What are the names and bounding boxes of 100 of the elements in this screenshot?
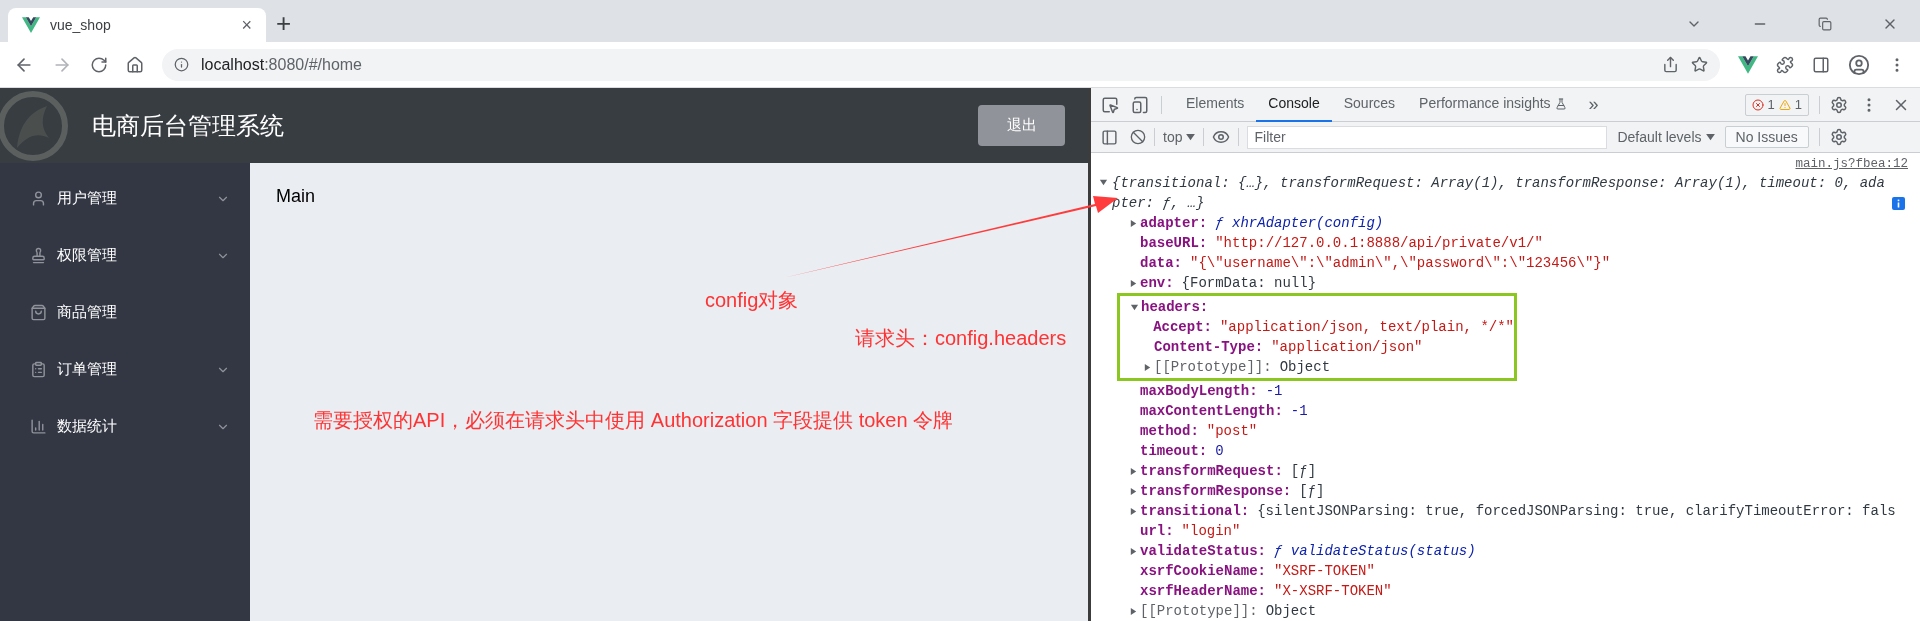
property-value: "http://127.0.0.1:8888/api/private/v1/": [1215, 233, 1543, 253]
extensions-icon[interactable]: [1776, 55, 1794, 74]
property-value: {FormData: null}: [1181, 273, 1317, 293]
device-icon[interactable]: [1131, 95, 1149, 114]
issues-counter[interactable]: 1 1: [1744, 93, 1809, 116]
property-key: method:: [1140, 420, 1199, 442]
flask-icon: [1554, 97, 1567, 110]
error-count: 1: [1767, 95, 1775, 114]
menu-item[interactable]: 数据统计: [0, 398, 250, 455]
devtools-tab[interactable]: Elements: [1174, 87, 1257, 122]
property-value: -1: [1265, 381, 1283, 401]
source-link[interactable]: main.js?fbea:12: [1795, 155, 1908, 173]
property-key: transformRequest:: [1140, 460, 1283, 482]
menu-item[interactable]: 用户管理: [0, 170, 250, 227]
property-key: [[Prototype]]:: [1154, 356, 1272, 378]
object-summary: {transitional: {…}, transformRequest: Array(1), transformResponse: Array(1), timeout: 0, adapter: ƒ, …}: [1112, 174, 1886, 213]
property-value: "login": [1181, 521, 1241, 541]
property-key: transformResponse:: [1140, 480, 1292, 502]
property-value: Object: [1279, 357, 1331, 377]
home-icon[interactable]: [126, 55, 144, 74]
new-tab-button[interactable]: +: [276, 10, 292, 36]
property-key: Accept:: [1153, 316, 1212, 338]
app-title: 电商后台管理系统: [92, 110, 285, 141]
property-key: timeout:: [1140, 440, 1208, 462]
property-key: xsrfCookieName:: [1140, 560, 1267, 582]
property-value: [ƒ]: [1290, 461, 1317, 481]
menu-label: 权限管理: [57, 245, 118, 266]
logo-icon: [22, 17, 40, 33]
property-value: "post": [1206, 421, 1258, 441]
browser-tab[interactable]: vue_shop ×: [8, 8, 266, 42]
devtools-tab[interactable]: Sources: [1331, 87, 1408, 122]
menu-label: 订单管理: [57, 359, 118, 380]
property-value: -1: [1290, 401, 1308, 421]
side-panel-icon[interactable]: [1812, 55, 1830, 74]
clear-console-icon[interactable]: [1130, 129, 1146, 145]
dropdown-caret-icon: [1705, 133, 1715, 141]
warning-icon: [1778, 98, 1791, 111]
menu-label: 用户管理: [57, 188, 118, 209]
property-value: "application/json, text/plain, */*": [1219, 317, 1514, 337]
property-value: "{\"username\":\"admin\",\"password\":\"123456\"}": [1190, 253, 1611, 273]
person-icon: [30, 190, 47, 207]
property-key: maxContentLength:: [1140, 400, 1283, 422]
error-icon: [1751, 98, 1764, 111]
clipboard-icon: [30, 361, 47, 378]
reload-icon[interactable]: [90, 55, 108, 74]
property-key: validateStatus:: [1140, 540, 1267, 562]
property-value: "application/json": [1271, 337, 1423, 357]
property-key: url:: [1140, 520, 1174, 542]
restore-icon[interactable]: [1818, 17, 1832, 31]
annotation-text: config对象: [705, 288, 799, 313]
property-key: data:: [1140, 252, 1182, 274]
property-key: xsrfHeaderName:: [1140, 580, 1267, 602]
levels-dropdown[interactable]: Default levels: [1617, 126, 1702, 148]
property-key: maxBodyLength:: [1140, 380, 1258, 402]
context-dropdown[interactable]: top: [1163, 126, 1183, 148]
more-tabs-button[interactable]: »: [1588, 91, 1599, 118]
property-key: baseURL:: [1140, 232, 1208, 254]
property-value: {silentJSONParsing: true, forcedJSONParsing: true, clarifyTimeoutError: fals: [1257, 501, 1896, 521]
eye-icon[interactable]: [1212, 128, 1231, 146]
property-key: Content-Type:: [1154, 336, 1264, 358]
warning-count: 1: [1794, 95, 1802, 114]
property-value: "X-XSRF-TOKEN": [1274, 581, 1392, 601]
menu-item[interactable]: 权限管理: [0, 227, 250, 284]
info-icon: [1892, 197, 1905, 210]
property-key: env:: [1140, 272, 1174, 294]
share-icon[interactable]: [1662, 56, 1679, 73]
bag-icon: [30, 304, 47, 321]
property-value: ƒ validateStatus(status): [1274, 541, 1476, 561]
property-key: transitional:: [1140, 500, 1250, 522]
property-value: ƒ xhrAdapter(config): [1215, 213, 1384, 233]
property-key: [[Prototype]]:: [1140, 600, 1258, 621]
sidebar-toggle-icon[interactable]: [1101, 128, 1118, 146]
property-value: Object: [1265, 601, 1317, 621]
settings-icon[interactable]: [1830, 95, 1848, 114]
property-key: adapter:: [1140, 212, 1208, 234]
profile-icon[interactable]: [1848, 53, 1870, 76]
filter-field[interactable]: Filter: [1247, 125, 1608, 149]
main-text: Main: [276, 186, 315, 206]
menu-label: 商品管理: [57, 302, 118, 323]
inspect-icon[interactable]: [1101, 95, 1119, 114]
tab-close-button[interactable]: ×: [241, 11, 252, 39]
tab-title: vue_shop: [50, 15, 112, 35]
devtools-tab[interactable]: Performance insights: [1407, 87, 1579, 122]
issues-button[interactable]: No Issues: [1724, 126, 1809, 148]
annotation-text: 请求头：config.headers: [855, 326, 1067, 351]
menu-item[interactable]: 商品管理: [0, 284, 250, 341]
menu-label: 数据统计: [57, 416, 118, 437]
property-value: 0: [1215, 441, 1224, 461]
console-settings-icon[interactable]: [1829, 128, 1848, 146]
property-value: "XSRF-TOKEN": [1274, 561, 1375, 581]
info-icon: [174, 57, 189, 72]
bar-chart-icon: [30, 418, 47, 435]
annotation-text: 需要授权的API，必须在请求头中使用 Authorization 字段提供 token 令牌: [313, 408, 954, 433]
address-bar[interactable]: localhost:8080/#/home: [162, 48, 1720, 81]
extension-logo-icon[interactable]: [1738, 55, 1758, 74]
bookmark-icon[interactable]: [1691, 56, 1708, 73]
url-text: localhost:8080/#/home: [201, 54, 363, 75]
menu-item[interactable]: 订单管理: [0, 341, 250, 398]
stamp-icon: [30, 247, 47, 264]
property-value: [ƒ]: [1299, 481, 1325, 501]
